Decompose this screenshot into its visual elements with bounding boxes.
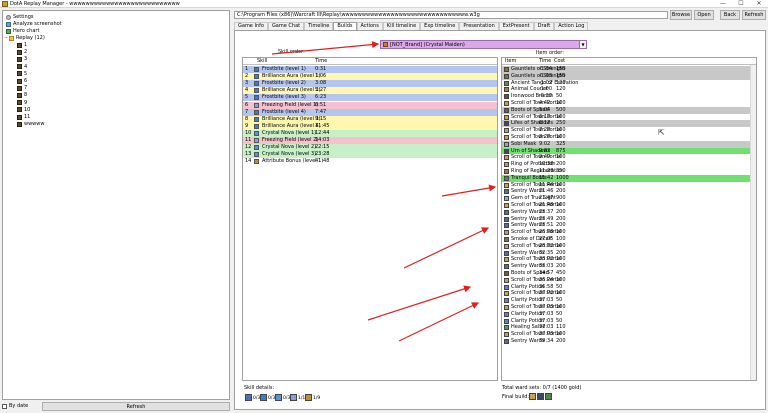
arrow-to-tranquil-boots [441,184,497,197]
annotation-arrows [271,40,497,342]
arrow-mid [367,285,472,321]
arrow-to-hero-select [271,40,380,55]
arrow-low [398,302,480,342]
arrow-to-item-table [403,227,490,269]
